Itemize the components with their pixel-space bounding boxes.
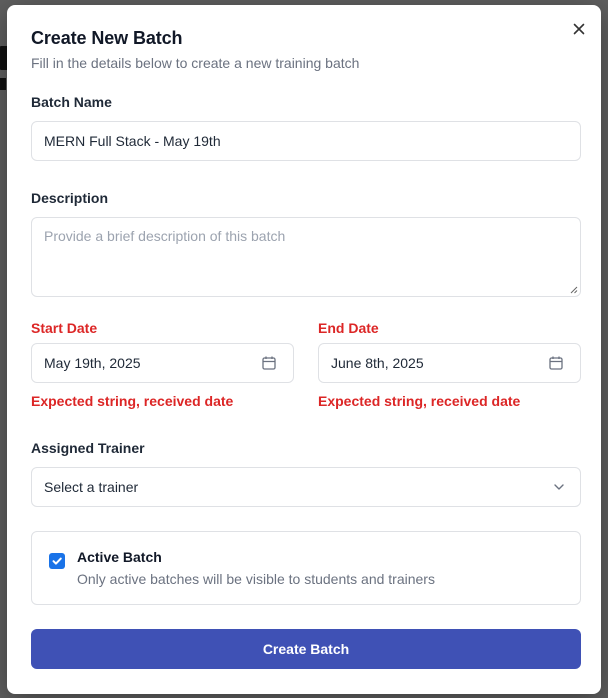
- batch-name-value: MERN Full Stack - May 19th: [44, 133, 221, 149]
- create-batch-dialog: Create New Batch Fill in the details bel…: [7, 5, 601, 694]
- resize-grip-icon[interactable]: [570, 286, 578, 294]
- description-placeholder: Provide a brief description of this batc…: [44, 228, 286, 244]
- start-date-error: Expected string, received date: [31, 393, 234, 409]
- close-button[interactable]: [570, 20, 588, 38]
- create-batch-button[interactable]: Create Batch: [31, 629, 581, 669]
- end-date-picker[interactable]: June 8th, 2025: [318, 343, 581, 383]
- end-date-error: Expected string, received date: [318, 393, 521, 409]
- batch-name-label: Batch Name: [31, 94, 112, 110]
- checkmark-icon: [52, 557, 62, 565]
- description-textarea[interactable]: Provide a brief description of this batc…: [31, 217, 581, 297]
- start-date-label: Start Date: [31, 320, 98, 336]
- active-batch-card: Active Batch Only active batches will be…: [31, 531, 581, 605]
- dialog-subtitle: Fill in the details below to create a ne…: [31, 55, 360, 71]
- active-batch-title: Active Batch: [77, 549, 162, 565]
- calendar-icon: [262, 356, 276, 370]
- description-label: Description: [31, 190, 109, 206]
- trainer-select[interactable]: Select a trainer: [31, 467, 581, 507]
- chevron-down-icon: [554, 484, 564, 490]
- dialog-title: Create New Batch: [31, 28, 183, 48]
- trainer-label: Assigned Trainer: [31, 440, 145, 456]
- start-date-value: May 19th, 2025: [44, 355, 141, 371]
- active-batch-description: Only active batches will be visible to s…: [77, 571, 435, 587]
- close-icon: [573, 23, 585, 35]
- backdrop-text-fragment: [0, 78, 6, 90]
- active-batch-checkbox[interactable]: [49, 553, 65, 569]
- batch-name-input[interactable]: MERN Full Stack - May 19th: [31, 121, 581, 161]
- calendar-icon: [549, 356, 563, 370]
- end-date-value: June 8th, 2025: [331, 355, 424, 371]
- start-date-picker[interactable]: May 19th, 2025: [31, 343, 294, 383]
- trainer-selected-value: Select a trainer: [44, 479, 139, 495]
- end-date-label: End Date: [318, 320, 379, 336]
